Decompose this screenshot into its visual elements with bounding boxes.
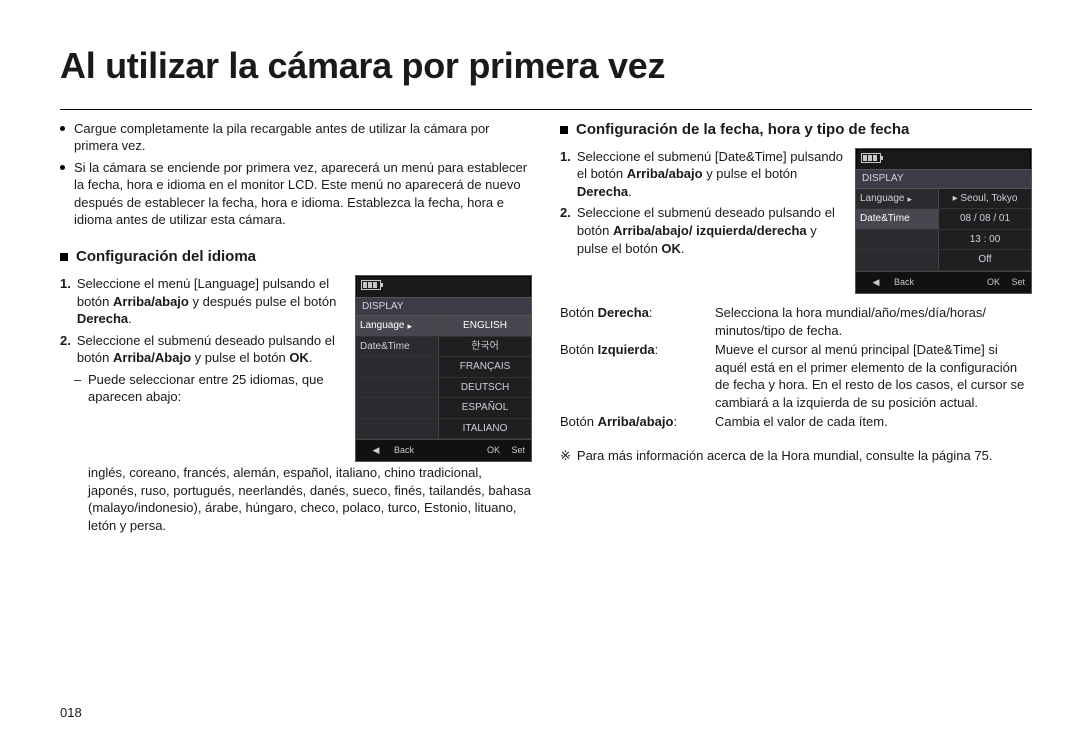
subheading-text: Configuración del idioma	[76, 247, 256, 267]
lcd-menu-rows: Language▸ ▸ Seoul, Tokyo Date&Time 08 / …	[856, 189, 1031, 271]
lcd-cell-value: Off	[939, 250, 1031, 270]
lcd-topbar	[356, 276, 531, 297]
lcd-cell-label	[356, 378, 439, 398]
step-text: Seleccione el submenú deseado pulsando e…	[577, 204, 845, 257]
lcd-back: ◀ Back	[362, 443, 414, 457]
button-desc: Selecciona la hora mundial/año/mes/día/h…	[715, 304, 1032, 339]
lcd-cell-value: 한국어	[439, 337, 531, 357]
intro-bullets: Cargue completamente la pila recargable …	[60, 120, 532, 229]
lcd-row: 13 : 00	[856, 230, 1031, 251]
step-2: 2. Seleccione el submenú deseado pulsand…	[60, 332, 345, 367]
lcd-cell-value: 08 / 08 / 01	[939, 209, 1031, 229]
lcd-cell-value: ENGLISH	[439, 316, 531, 336]
lcd-row: FRANÇAIS	[356, 357, 531, 378]
language-note: –Puede seleccionar entre 25 idiomas, que…	[60, 371, 345, 406]
table-row: Botón Derecha: Selecciona la hora mundia…	[560, 304, 1032, 339]
table-row: Botón Izquierda: Mueve el cursor al menú…	[560, 341, 1032, 411]
right-column: Configuración de la fecha, hora y tipo d…	[560, 120, 1032, 535]
lcd-footer: ◀ Back OK Set	[356, 439, 531, 461]
lcd-datetime-screenshot: DISPLAY Language▸ ▸ Seoul, Tokyo Date&Ti…	[855, 148, 1032, 294]
square-bullet-icon	[60, 253, 68, 261]
page-title: Al utilizar la cámara por primera vez	[60, 42, 1032, 91]
step-number: 1.	[560, 148, 571, 201]
language-instruction-row: 1. Seleccione el menú [Language] pulsand…	[60, 275, 532, 462]
lcd-section-label: DISPLAY	[856, 169, 1031, 189]
subheading-text: Configuración de la fecha, hora y tipo d…	[576, 120, 909, 140]
lcd-row: DEUTSCH	[356, 378, 531, 399]
battery-icon	[361, 280, 381, 290]
lcd-cell-value: DEUTSCH	[439, 378, 531, 398]
lcd-cell-value: 13 : 00	[939, 230, 1031, 250]
step-1: 1. Seleccione el submenú [Date&Time] pul…	[560, 148, 845, 201]
step-1: 1. Seleccione el menú [Language] pulsand…	[60, 275, 345, 328]
button-label: Botón Izquierda:	[560, 341, 705, 411]
lcd-cell-value: ESPAÑOL	[439, 398, 531, 418]
manual-page: Al utilizar la cámara por primera vez Ca…	[0, 0, 1080, 746]
step-number: 2.	[60, 332, 71, 367]
lcd-cell-value: ITALIANO	[439, 419, 531, 439]
lcd-cell-label	[356, 419, 439, 439]
step-text: Seleccione el submenú deseado pulsando e…	[77, 332, 345, 367]
intro-bullet: Cargue completamente la pila recargable …	[60, 120, 532, 155]
lcd-topbar	[856, 149, 1031, 170]
lcd-cell-label	[356, 357, 439, 377]
datetime-steps: 1. Seleccione el submenú [Date&Time] pul…	[560, 148, 845, 261]
lcd-menu-rows: Language▸ ENGLISH Date&Time 한국어 FRANÇAIS	[356, 316, 531, 439]
battery-icon	[861, 153, 881, 163]
lcd-row: ESPAÑOL	[356, 398, 531, 419]
lcd-cell-label	[356, 398, 439, 418]
table-row: Botón Arriba/abajo: Cambia el valor de c…	[560, 413, 1032, 431]
datetime-instruction-row: 1. Seleccione el submenú [Date&Time] pul…	[560, 148, 1032, 294]
square-bullet-icon	[560, 126, 568, 134]
language-list: inglés, coreano, francés, alemán, españo…	[60, 464, 532, 534]
chevron-left-icon: ◀	[362, 443, 390, 457]
lcd-footer: ◀ Back OK Set	[856, 271, 1031, 293]
lcd-language-screenshot: DISPLAY Language▸ ENGLISH Date&Time 한국어	[355, 275, 532, 462]
lcd-back: ◀ Back	[862, 275, 914, 289]
subheading-datetime: Configuración de la fecha, hora y tipo d…	[560, 120, 1032, 140]
step-text: Seleccione el submenú [Date&Time] pulsan…	[577, 148, 845, 201]
lcd-ok: OK Set	[979, 275, 1025, 289]
dash-icon: –	[74, 371, 88, 389]
lcd-cell-label	[856, 250, 939, 270]
footnote-text: Para más información acerca de la Hora m…	[577, 447, 993, 465]
left-column: Cargue completamente la pila recargable …	[60, 120, 532, 535]
step-number: 2.	[560, 204, 571, 257]
chevron-right-icon: ▸	[908, 193, 913, 205]
subheading-language: Configuración del idioma	[60, 247, 532, 267]
lcd-cell-label: Date&Time	[356, 337, 439, 357]
intro-bullet: Si la cámara se enciende por primera vez…	[60, 159, 532, 229]
button-label: Botón Arriba/abajo:	[560, 413, 705, 431]
lcd-cell-value: FRANÇAIS	[439, 357, 531, 377]
step-number: 1.	[60, 275, 71, 328]
title-rule	[60, 109, 1032, 110]
footnote: ※ Para más información acerca de la Hora…	[560, 447, 1032, 465]
reference-mark-icon: ※	[560, 447, 571, 465]
lcd-cell-value: ▸ Seoul, Tokyo	[939, 189, 1031, 209]
lcd-cell-label: Date&Time	[856, 209, 939, 229]
button-desc: Cambia el valor de cada ítem.	[715, 413, 1032, 431]
chevron-right-icon: ▸	[408, 320, 413, 332]
step-text: Seleccione el menú [Language] pulsando e…	[77, 275, 345, 328]
page-number: 018	[60, 704, 82, 722]
lcd-cell-label: Language▸	[356, 316, 439, 336]
button-label: Botón Derecha:	[560, 304, 705, 339]
lcd-row: Date&Time 한국어	[356, 337, 531, 358]
lcd-ok: OK Set	[479, 443, 525, 457]
step-2: 2. Seleccione el submenú deseado pulsand…	[560, 204, 845, 257]
chevron-left-icon: ◀	[862, 275, 890, 289]
lcd-cell-label	[856, 230, 939, 250]
lcd-row: Language▸ ▸ Seoul, Tokyo	[856, 189, 1031, 210]
button-desc: Mueve el cursor al menú principal [Date&…	[715, 341, 1032, 411]
lcd-row: Date&Time 08 / 08 / 01	[856, 209, 1031, 230]
lcd-cell-label: Language▸	[856, 189, 939, 209]
content-columns: Cargue completamente la pila recargable …	[60, 120, 1032, 535]
lcd-row: Off	[856, 250, 1031, 271]
lcd-section-label: DISPLAY	[356, 297, 531, 317]
lcd-row: ITALIANO	[356, 419, 531, 440]
lcd-row: Language▸ ENGLISH	[356, 316, 531, 337]
button-description-table: Botón Derecha: Selecciona la hora mundia…	[560, 304, 1032, 431]
language-steps: 1. Seleccione el menú [Language] pulsand…	[60, 275, 345, 406]
